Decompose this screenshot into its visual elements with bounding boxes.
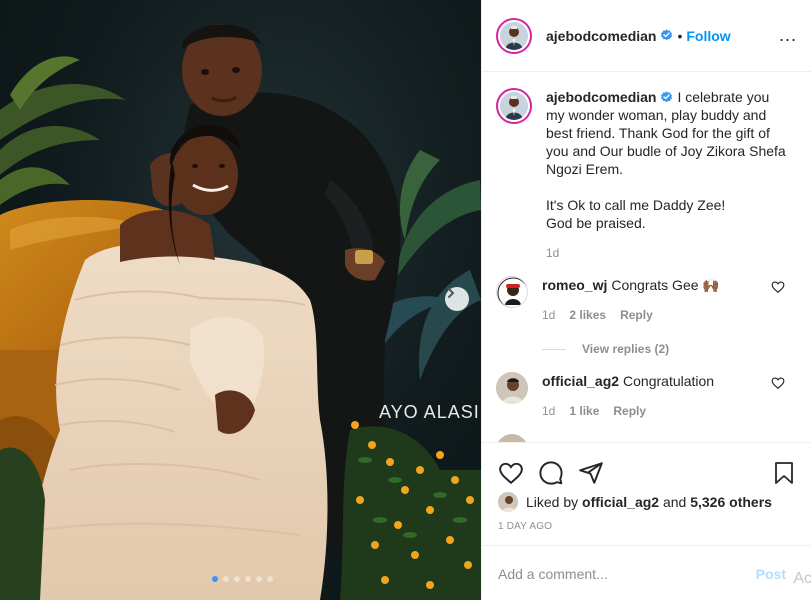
caption-line	[546, 178, 795, 196]
add-comment-bar: Post Ac	[482, 545, 811, 600]
like-comment-heart-icon[interactable]	[771, 280, 785, 294]
header-separator: •	[677, 27, 683, 44]
chevron-right-icon	[448, 288, 455, 298]
instagram-post: AYO ALASI ajebodcomedian • Follow ... aj…	[0, 0, 811, 600]
commenter-avatar[interactable]	[496, 276, 528, 308]
replies-divider	[542, 348, 566, 350]
likes-and: and	[662, 494, 687, 510]
author-avatar[interactable]	[496, 17, 532, 54]
comment-meta: 1d 1 like Reply	[542, 402, 795, 420]
view-replies-label: View replies (2)	[582, 342, 670, 356]
comment-text: Congratulation	[623, 373, 715, 389]
follow-button[interactable]: Follow	[686, 28, 730, 44]
caption-line: my wonder woman, play buddy and	[546, 107, 767, 123]
comment-item: romeo_wj Congrats Gee 🙌🏾 1d 2 likes Reply…	[496, 276, 795, 358]
reply-button[interactable]: Reply	[613, 402, 646, 420]
like-comment-heart-icon[interactable]	[771, 376, 785, 390]
author-username[interactable]: ajebodcomedian	[546, 28, 656, 44]
carousel-dots	[212, 576, 273, 582]
caption-line: God be praised.	[546, 215, 646, 231]
commenter-avatar[interactable]	[496, 372, 528, 404]
overlay-text: Ac	[793, 570, 811, 587]
caption-meta: 1d	[546, 244, 795, 262]
likes-others-link[interactable]: 5,326 others	[690, 494, 772, 510]
photo-watermark: AYO ALASI	[379, 402, 480, 422]
reply-button[interactable]: Reply	[620, 306, 653, 324]
carousel-next-button[interactable]	[445, 287, 469, 311]
action-bar	[482, 443, 811, 491]
caption-author-avatar[interactable]	[496, 88, 532, 124]
caption-username[interactable]: ajebodcomedian	[546, 89, 656, 105]
comment-time[interactable]: 1d	[542, 402, 555, 420]
verified-badge-icon	[661, 29, 673, 41]
comment-username[interactable]: romeo_wj	[542, 277, 607, 293]
carousel-dot	[245, 576, 251, 582]
caption-body: ajebodcomedian I celebrate you my wonder…	[546, 88, 795, 262]
carousel-dot	[234, 576, 240, 582]
carousel-dot	[267, 576, 273, 582]
caption-line: Ngozi Erem.	[546, 161, 624, 177]
comment-body: official_ag2 Congratulation 1d 1 like Rep…	[542, 372, 795, 420]
comment-item: official_ag2 Congratulation 1d 1 like Rep…	[496, 372, 795, 420]
avatar-image	[500, 92, 528, 120]
caption-line: you and Our budle of Joy Zikora Shefa	[546, 143, 786, 159]
avatar-image	[500, 21, 528, 50]
carousel-dot	[212, 576, 218, 582]
likes-prefix: Liked by	[526, 494, 579, 510]
photo-illustration	[0, 0, 481, 600]
comments-list[interactable]: ajebodcomedian I celebrate you my wonder…	[482, 72, 811, 442]
likes-summary: Liked by official_ag2 and 5,326 others	[482, 491, 811, 513]
share-paper-plane-icon[interactable]	[578, 460, 604, 486]
like-heart-icon[interactable]	[498, 460, 524, 486]
liker-avatar[interactable]	[498, 492, 518, 512]
comment-body: romeo_wj Congrats Gee 🙌🏾 1d 2 likes Reply…	[542, 276, 795, 358]
comment-bubble-icon[interactable]	[538, 460, 564, 486]
verified-badge-icon	[661, 91, 673, 103]
carousel-dot	[223, 576, 229, 582]
more-options-button[interactable]: ...	[779, 26, 797, 44]
commenter-avatar[interactable]	[496, 434, 528, 442]
view-replies-button[interactable]: View replies (2)	[542, 340, 795, 358]
caption: ajebodcomedian I celebrate you my wonder…	[496, 88, 795, 262]
comment-likes[interactable]: 1 like	[569, 402, 599, 420]
comment-text: Congrats Gee 🙌🏾	[611, 277, 720, 293]
post-header: ajebodcomedian • Follow ...	[482, 0, 811, 72]
caption-line: best friend. Thank God for the gift of	[546, 125, 770, 141]
liker-username[interactable]: official_ag2	[582, 494, 659, 510]
comment-time[interactable]: 1d	[542, 306, 555, 324]
comment-input[interactable]	[498, 565, 756, 582]
carousel-dot	[256, 576, 262, 582]
comment-item	[496, 434, 795, 442]
caption-time[interactable]: 1d	[546, 244, 559, 262]
post-comment-button[interactable]: Post	[756, 566, 786, 582]
comment-likes[interactable]: 2 likes	[569, 306, 606, 324]
post-actions-area: Liked by official_ag2 and 5,326 others 1…	[482, 442, 811, 532]
save-bookmark-icon[interactable]	[772, 460, 796, 486]
caption-line: It's Ok to call me Daddy Zee!	[546, 197, 726, 213]
post-photo[interactable]: AYO ALASI	[0, 0, 481, 600]
post-side-panel: ajebodcomedian • Follow ... ajebodcomedi…	[481, 0, 811, 600]
comment-username[interactable]: official_ag2	[542, 373, 619, 389]
post-age[interactable]: 1 DAY AGO	[482, 521, 811, 532]
caption-line: I celebrate you	[677, 89, 770, 105]
comment-meta: 1d 2 likes Reply	[542, 306, 795, 324]
